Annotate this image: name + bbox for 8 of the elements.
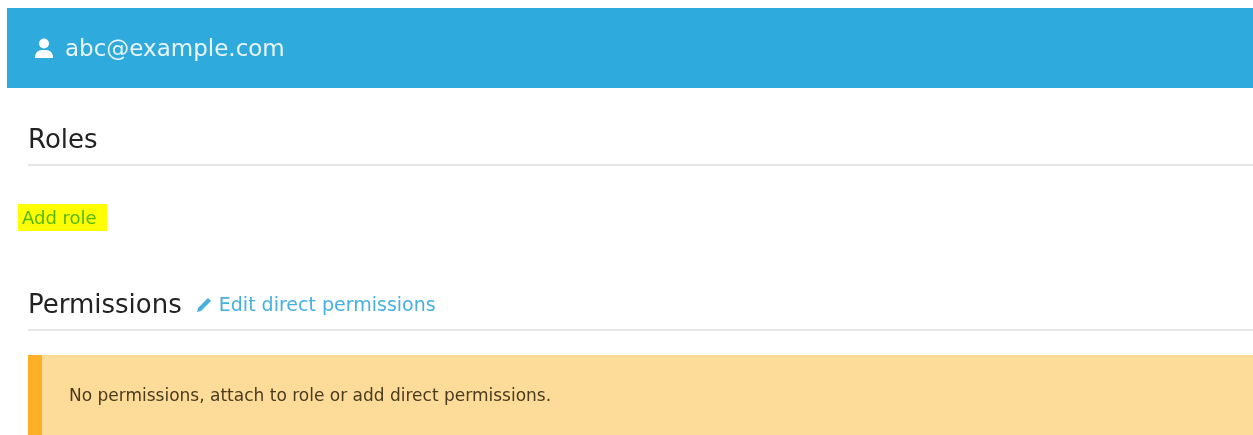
section-title: Roles: [28, 124, 98, 154]
user-icon: [35, 38, 53, 58]
section-title: Permissions: [28, 289, 182, 319]
edit-permissions-link[interactable]: Edit direct permissions: [195, 293, 436, 315]
alert-message: No permissions, attach to role or add direct permissions.: [69, 385, 552, 405]
add-role-link[interactable]: Add role: [18, 204, 107, 231]
pencil-icon: [195, 295, 214, 313]
user-email: abc@example.com: [65, 35, 285, 61]
